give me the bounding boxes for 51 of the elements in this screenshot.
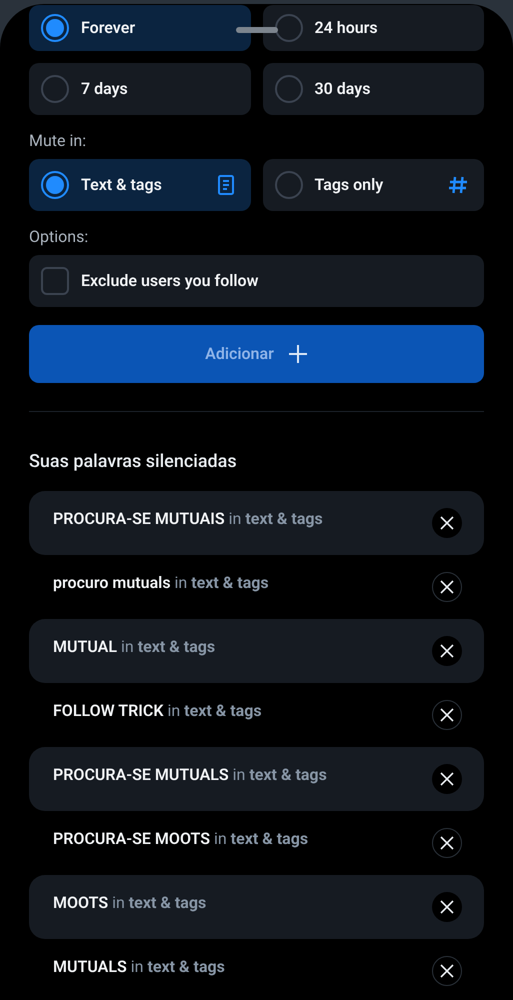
radio-button[interactable] xyxy=(41,14,69,42)
option-label: 24 hours xyxy=(314,17,379,39)
close-button[interactable] xyxy=(432,572,462,602)
option-card[interactable]: Text & tags xyxy=(29,159,250,211)
close-button[interactable] xyxy=(432,956,462,986)
drag-handle[interactable] xyxy=(236,27,278,33)
option-label: Forever xyxy=(81,17,136,39)
radio-button[interactable] xyxy=(41,75,69,103)
close-button[interactable] xyxy=(432,700,462,730)
close-button[interactable] xyxy=(432,892,462,922)
close-icon xyxy=(440,772,454,786)
close-icon xyxy=(440,708,454,722)
muted-word-text: PROCURA-SE MUTUALS in text & tags xyxy=(53,764,328,786)
close-icon xyxy=(440,644,454,658)
muted-word-text: MUTUALS in text & tags xyxy=(53,956,226,978)
option-label: Text & tags xyxy=(81,174,163,196)
option-card[interactable]: Forever xyxy=(29,5,250,51)
plus-icon xyxy=(288,344,308,364)
option-card[interactable]: 30 days xyxy=(262,63,484,115)
close-icon xyxy=(440,836,454,850)
close-icon xyxy=(440,516,454,530)
radio-button[interactable] xyxy=(274,75,302,103)
muted-word-text: MOOTS in text & tags xyxy=(53,892,208,914)
radio-button[interactable] xyxy=(41,171,69,199)
close-button[interactable] xyxy=(432,764,462,794)
option-label: Tags only xyxy=(314,174,384,196)
option-card[interactable]: 24 hours xyxy=(262,5,484,51)
muted-word-text: FOLLOW TRICK in text & tags xyxy=(53,700,263,722)
checkbox-row[interactable]: Exclude users you follow xyxy=(29,255,484,307)
option-label: 7 days xyxy=(81,78,129,100)
section-heading: Suas palavras silenciadas xyxy=(29,450,238,474)
section-label: Mute in: xyxy=(29,130,88,152)
close-button[interactable] xyxy=(432,636,462,666)
muted-word-text: PROCURA-SE MOOTS in text & tags xyxy=(53,828,310,850)
section-label: Options: xyxy=(29,226,90,248)
option-card[interactable]: Tags only xyxy=(262,159,484,211)
close-button[interactable] xyxy=(432,828,462,858)
close-icon xyxy=(440,900,454,914)
checkbox[interactable] xyxy=(41,267,69,295)
document-icon xyxy=(216,174,234,196)
muted-word-text: MUTUAL in text & tags xyxy=(53,636,216,658)
muted-word-text: procuro mutuals in text & tags xyxy=(53,572,270,594)
muted-word-text: PROCURA-SE MUTUAIS in text & tags xyxy=(53,508,324,530)
close-icon xyxy=(440,964,454,978)
option-label: 30 days xyxy=(314,78,372,100)
close-icon xyxy=(440,580,454,594)
close-button[interactable] xyxy=(432,508,462,538)
hashtag-icon xyxy=(448,175,468,195)
option-card[interactable]: 7 days xyxy=(29,63,250,115)
checkbox-label: Exclude users you follow xyxy=(81,270,258,292)
radio-button[interactable] xyxy=(274,171,302,199)
